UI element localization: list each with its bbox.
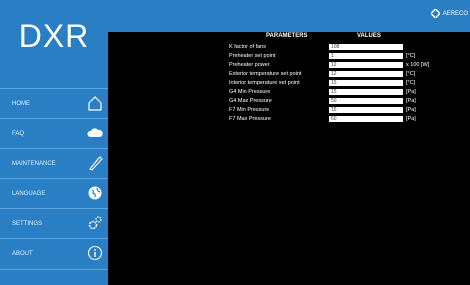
brand-logo: AERECO — [430, 9, 468, 18]
nav-item-maintenance[interactable]: MAINTENANCE — [0, 148, 108, 179]
unit-label: x 100 [W] — [406, 62, 430, 68]
nav-item-language[interactable]: LANGUAGE — [0, 178, 108, 209]
param-label: Interior temperature set point — [229, 80, 300, 86]
value-field[interactable]: 50 — [329, 98, 403, 104]
nav-item-label: ABOUT — [12, 251, 33, 257]
wrench-icon — [86, 154, 104, 172]
value-field[interactable]: 108 — [329, 44, 403, 50]
globe-icon — [86, 184, 104, 202]
nav-item-label: FAQ — [12, 131, 25, 137]
top-bar: AERECO — [108, 0, 470, 32]
unit-label: [Pa] — [406, 116, 416, 122]
nav-item-settings[interactable]: SETTINGS — [0, 208, 108, 239]
param-label: Exterior temperature set point — [229, 71, 302, 77]
value-field[interactable]: 15 — [329, 107, 403, 113]
cloud-icon — [86, 124, 104, 142]
param-label: F7 Min Pressure — [229, 107, 270, 113]
param-label: F7 Max Pressure — [229, 116, 271, 122]
nav-item-label: LANGUAGE — [12, 191, 46, 197]
unit-label: [Pa] — [406, 107, 416, 113]
home-icon — [86, 94, 104, 112]
unit-label: [Pa] — [406, 89, 416, 95]
header-values: VALUES — [357, 33, 381, 39]
unit-label: [Pa] — [406, 98, 416, 104]
nav-item-label: MAINTENANCE — [12, 161, 56, 167]
value-field[interactable]: 15 — [329, 89, 403, 95]
app-logo: DXR — [18, 18, 90, 54]
value-field[interactable]: 12 — [329, 71, 403, 77]
unit-label: [°C] — [406, 80, 416, 86]
param-label: Preheater power — [229, 62, 270, 68]
info-icon — [86, 244, 104, 262]
brand-mark-icon — [430, 9, 440, 18]
nav-item-home[interactable]: HOME — [0, 88, 108, 119]
param-label: G4 Max Pressure — [229, 98, 272, 104]
header-parameters: PARAMETERS — [266, 33, 308, 39]
param-label: K factor of fans — [229, 44, 266, 50]
value-field[interactable]: 60 — [329, 116, 403, 122]
param-label: G4 Min Pressure — [229, 89, 271, 95]
value-field[interactable]: 15 — [329, 80, 403, 86]
nav-item-label: HOME — [12, 101, 30, 107]
nav-item-about[interactable]: ABOUT — [0, 238, 108, 270]
param-label: Preheater set point — [229, 53, 276, 59]
unit-label: [°C] — [406, 71, 416, 77]
gears-icon — [86, 214, 104, 232]
brand-name: AERECO — [442, 10, 468, 17]
unit-label: [°C] — [406, 53, 416, 59]
value-field[interactable]: 1 — [329, 53, 403, 59]
nav-item-label: SETTINGS — [12, 221, 43, 227]
value-field[interactable]: 12 — [329, 62, 403, 68]
nav-item-faq[interactable]: FAQ — [0, 118, 108, 149]
sidebar: DXR HOME FAQ MAINTENANCE LANGUAGE SETTIN… — [0, 0, 108, 285]
